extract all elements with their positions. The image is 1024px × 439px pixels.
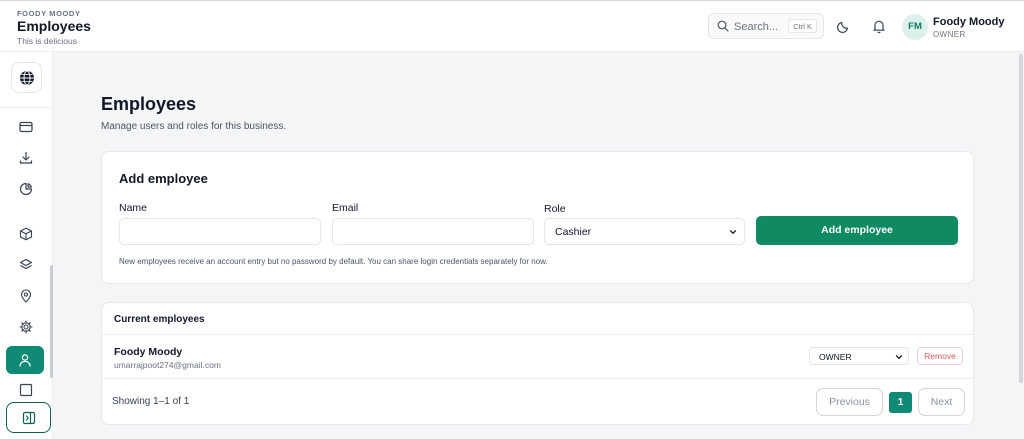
sidebar-divider: [0, 107, 53, 108]
search-icon: [717, 20, 729, 32]
sidebar-item-billing[interactable]: [14, 115, 38, 139]
layers-icon: [19, 258, 33, 270]
bell-icon: [873, 20, 885, 34]
credit-card-icon: [19, 121, 33, 133]
search-button[interactable]: Search... Ctrl K: [708, 13, 824, 39]
sidebar-item-reports[interactable]: [14, 177, 38, 201]
table-row: Foody Moody umarrajpoot274@gmail.com OWN…: [102, 336, 973, 379]
sidebar-item-settings[interactable]: [14, 315, 38, 339]
add-employee-button[interactable]: Add employee: [756, 216, 958, 245]
previous-page-button[interactable]: Previous: [816, 388, 883, 416]
globe-logo[interactable]: [11, 62, 42, 93]
sidebar-item-products[interactable]: [14, 222, 38, 246]
pagination-summary: Showing 1–1 of 1: [112, 396, 190, 407]
box-icon: [19, 227, 33, 241]
moon-icon: [836, 21, 849, 34]
current-employees-header: Current employees: [102, 303, 973, 335]
email-field[interactable]: [332, 218, 534, 245]
square-icon: [19, 383, 33, 397]
current-employees-heading: Current employees: [114, 314, 205, 325]
sidebar: [0, 52, 53, 439]
email-label: Email: [332, 202, 359, 214]
employee-role-select[interactable]: OWNER: [809, 347, 909, 365]
sidebar-item-layers[interactable]: [14, 253, 38, 277]
name-field[interactable]: [119, 218, 321, 245]
sidebar-item-employees[interactable]: [6, 346, 44, 374]
remove-employee-button[interactable]: Remove: [917, 347, 963, 365]
page-scrollbar[interactable]: [1019, 54, 1023, 383]
map-pin-icon: [20, 289, 32, 303]
avatar[interactable]: FM: [902, 14, 928, 40]
employee-name: Foody Moody: [114, 346, 183, 358]
current-employees-card: Current employees Foody Moody umarrajpoo…: [101, 302, 974, 425]
pie-chart-icon: [19, 182, 33, 196]
add-employee-note: New employees receive an account entry b…: [119, 257, 548, 266]
chevron-down-icon: [895, 355, 903, 359]
header-subtitle: This is delicious: [17, 36, 77, 46]
role-label: Role: [544, 203, 566, 215]
chevron-down-icon: [729, 230, 737, 234]
sidebar-collapse-button[interactable]: [6, 402, 51, 433]
theme-toggle-button[interactable]: [836, 18, 852, 34]
current-page-button[interactable]: 1: [889, 392, 912, 413]
sidebar-item-downloads[interactable]: [14, 146, 38, 170]
name-label: Name: [119, 202, 148, 214]
search-placeholder: Search...: [734, 21, 779, 33]
page-title: Employees: [101, 94, 197, 114]
employee-email: umarrajpoot274@gmail.com: [114, 360, 221, 370]
user-icon: [19, 354, 31, 367]
sidebar-item-locations[interactable]: [14, 284, 38, 308]
header-title: Employees: [17, 18, 91, 34]
add-employee-heading: Add employee: [119, 171, 208, 186]
user-role: OWNER: [933, 30, 966, 39]
role-select-value: Cashier: [555, 226, 592, 238]
next-page-button[interactable]: Next: [918, 388, 965, 416]
search-shortcut: Ctrl K: [788, 19, 817, 33]
add-employee-card: Add employee Name Email Role Cashier Add…: [101, 151, 974, 284]
notifications-button[interactable]: [871, 18, 887, 34]
page-subtitle: Manage users and roles for this business…: [101, 121, 287, 132]
sidebar-toggle-icon: [22, 411, 36, 425]
sidebar-scrollbar[interactable]: [50, 265, 53, 378]
download-icon: [19, 151, 33, 164]
role-select[interactable]: Cashier: [544, 218, 745, 245]
employee-role-value: OWNER: [819, 352, 852, 362]
org-label: FOODY MOODY: [17, 9, 81, 18]
user-name: Foody Moody: [933, 16, 1005, 28]
top-bar: FOODY MOODY Employees This is delicious …: [0, 0, 1024, 52]
sidebar-item-blank[interactable]: [14, 378, 38, 402]
gear-icon: [19, 320, 33, 334]
globe-icon: [20, 70, 34, 86]
